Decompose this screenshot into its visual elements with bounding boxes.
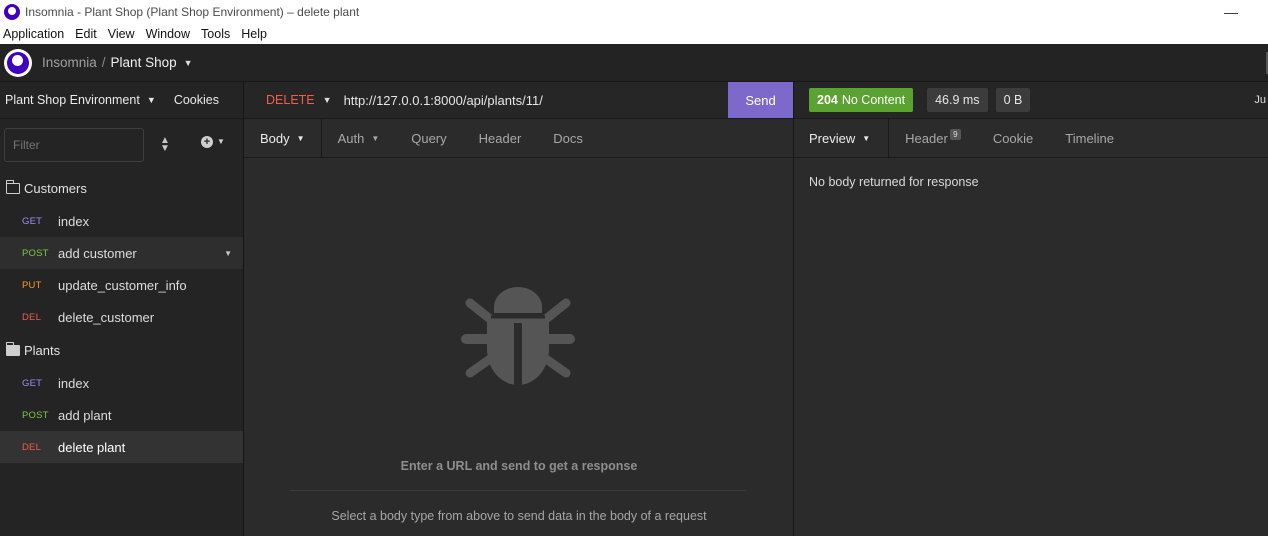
method-badge: POST: [22, 247, 49, 259]
menu-bar: Application Edit View Window Tools Help: [0, 24, 1268, 44]
response-time-badge: 46.9 ms: [927, 88, 988, 112]
method-badge: GET: [22, 215, 43, 227]
tab-label: Query: [411, 130, 447, 146]
url-bar: DELETE ▼ http://127.0.0.1:8000/api/plant…: [244, 82, 793, 119]
request-name: add plant: [58, 407, 112, 423]
menu-window[interactable]: Window: [143, 27, 193, 41]
tab-label: Cookie: [992, 130, 1034, 146]
request-actions-dropdown-icon[interactable]: ▼: [224, 249, 232, 258]
method-badge: GET: [22, 377, 43, 389]
chevron-down-icon: ▼: [862, 133, 871, 143]
response-tabs: Preview ▼ Header 9 Cookie Timeline: [794, 119, 1268, 158]
folder-plants[interactable]: Plants: [0, 333, 243, 367]
request-item[interactable]: POST add customer ▼: [0, 237, 243, 269]
tab-auth[interactable]: Auth ▼: [322, 119, 396, 157]
workspace-dropdown-icon[interactable]: ▼: [184, 58, 193, 68]
filter-row: ▲▼ + ▼: [0, 119, 243, 171]
empty-response-message: No body returned for response: [809, 175, 979, 189]
tab-response-header[interactable]: Header 9: [889, 119, 977, 157]
request-item-active[interactable]: DEL delete plant: [0, 431, 243, 463]
environment-selector[interactable]: Plant Shop Environment: [5, 93, 140, 107]
method-dropdown-icon[interactable]: ▼: [323, 95, 332, 105]
status-code: 204: [817, 93, 838, 107]
response-pane: 204 No Content 46.9 ms 0 B Ju Preview ▼ …: [794, 82, 1268, 536]
body-type-hint: Select a body type from above to send da…: [331, 509, 707, 523]
window-title: Insomnia - Plant Shop (Plant Shop Enviro…: [25, 5, 360, 19]
status-text: No Content: [841, 93, 906, 107]
send-button[interactable]: Send: [728, 82, 793, 118]
header-count-badge: 9: [949, 128, 961, 140]
sort-icon[interactable]: ▲ ▼: [160, 136, 170, 154]
method-badge: POST: [22, 409, 49, 421]
tab-body[interactable]: Body ▼: [244, 119, 322, 157]
request-item[interactable]: GET index: [0, 205, 243, 237]
request-pane: DELETE ▼ http://127.0.0.1:8000/api/plant…: [244, 82, 794, 536]
filter-input[interactable]: [4, 128, 144, 162]
minimize-button[interactable]: —: [1224, 4, 1238, 20]
tab-label: Preview: [809, 130, 856, 146]
status-badge: 204 No Content: [809, 88, 914, 112]
breadcrumb-root[interactable]: Insomnia: [42, 55, 97, 70]
app-header: Insomnia / Plant Shop ▼: [0, 44, 1268, 82]
folder-label: Customers: [24, 180, 87, 196]
tab-timeline[interactable]: Timeline: [1049, 119, 1130, 157]
request-tabs: Body ▼ Auth ▼ Query Header Docs: [244, 119, 793, 158]
request-item[interactable]: POST add plant: [0, 399, 243, 431]
method-badge: DEL: [22, 441, 42, 453]
request-name: add customer: [58, 245, 137, 261]
tab-label: Timeline: [1065, 130, 1114, 146]
menu-help[interactable]: Help: [238, 27, 270, 41]
empty-state-hint: Enter a URL and send to get a response: [400, 459, 638, 473]
menu-edit[interactable]: Edit: [72, 27, 100, 41]
folder-open-icon: [5, 341, 20, 356]
tab-cookie[interactable]: Cookie: [977, 119, 1049, 157]
add-icon[interactable]: +: [201, 136, 213, 148]
tab-query[interactable]: Query: [395, 119, 462, 157]
workspace-name[interactable]: Plant Shop: [111, 55, 177, 70]
sidebar: Plant Shop Environment ▼ Cookies ▲▼ + ▼ …: [0, 82, 244, 536]
window-titlebar: Insomnia - Plant Shop (Plant Shop Enviro…: [0, 0, 1268, 24]
request-item[interactable]: DEL delete_customer: [0, 301, 243, 333]
breadcrumb-separator: /: [101, 55, 106, 70]
cookies-button[interactable]: Cookies: [174, 93, 219, 107]
tab-label: Docs: [553, 130, 583, 146]
environment-dropdown-icon[interactable]: ▼: [147, 95, 156, 105]
menu-tools[interactable]: Tools: [198, 27, 233, 41]
hint-divider: [290, 490, 746, 491]
folder-label: Plants: [24, 342, 61, 358]
request-name: index: [58, 375, 90, 391]
tab-label: Auth: [337, 130, 365, 146]
bug-icon: [461, 287, 575, 385]
method-selector[interactable]: DELETE: [266, 93, 315, 107]
response-status-bar: 204 No Content 46.9 ms 0 B Ju: [794, 82, 1268, 119]
request-name: index: [58, 213, 90, 229]
method-badge: PUT: [22, 279, 42, 291]
url-input[interactable]: http://127.0.0.1:8000/api/plants/11/: [344, 93, 543, 108]
tab-label: Body: [260, 130, 290, 146]
request-item[interactable]: PUT update_customer_info: [0, 269, 243, 301]
request-item[interactable]: GET index: [0, 367, 243, 399]
response-history-label[interactable]: Ju: [1254, 94, 1266, 106]
add-dropdown-icon[interactable]: ▼: [217, 137, 225, 146]
folder-icon: [5, 179, 20, 194]
tab-label: Header: [905, 130, 948, 146]
request-name: update_customer_info: [58, 277, 187, 293]
insomnia-logo-icon[interactable]: [4, 48, 32, 77]
request-name: delete_customer: [58, 309, 155, 325]
request-name: delete plant: [58, 439, 126, 455]
menu-application[interactable]: Application: [0, 27, 67, 41]
tab-header[interactable]: Header: [463, 119, 538, 157]
insomnia-app-icon: [4, 4, 20, 20]
chevron-down-icon: ▼: [296, 133, 305, 143]
chevron-down-icon: ▼: [371, 133, 380, 143]
tab-label: Header: [478, 130, 522, 146]
environment-row: Plant Shop Environment ▼ Cookies: [0, 82, 243, 119]
menu-view[interactable]: View: [105, 27, 138, 41]
response-size-badge: 0 B: [995, 88, 1031, 112]
method-badge: DEL: [22, 311, 42, 323]
folder-customers[interactable]: Customers: [0, 171, 243, 205]
tab-docs[interactable]: Docs: [537, 119, 599, 157]
tab-preview[interactable]: Preview ▼: [794, 119, 890, 157]
